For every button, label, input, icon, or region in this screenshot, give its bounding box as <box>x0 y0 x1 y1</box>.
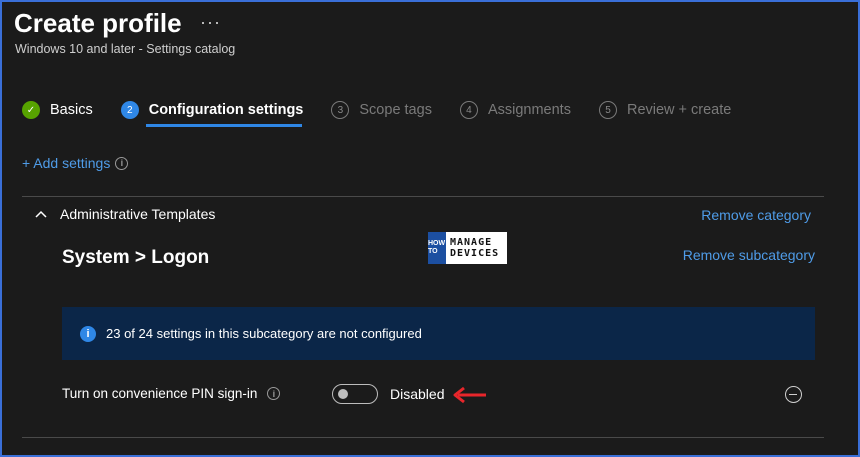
setting-toggle[interactable] <box>332 384 378 404</box>
divider <box>22 437 824 438</box>
category-header[interactable]: Administrative Templates <box>34 206 215 222</box>
step-number: 4 <box>459 101 478 119</box>
setting-row-label: Turn on convenience PIN sign-in i <box>62 386 281 401</box>
logo-brand-line1: MANAGE <box>450 237 493 248</box>
remove-category-link[interactable]: Remove category <box>701 207 811 223</box>
step-configuration-settings[interactable]: 2 Configuration settings <box>120 101 304 119</box>
page-subtitle: Windows 10 and later - Settings catalog <box>15 42 236 56</box>
check-icon: ✓ <box>22 101 40 119</box>
step-assignments[interactable]: 4 Assignments <box>459 101 571 119</box>
wizard-steps: ✓ Basics 2 Configuration settings 3 Scop… <box>22 98 759 122</box>
step-label: Basics <box>50 102 93 118</box>
step-label: Configuration settings <box>148 102 304 118</box>
red-arrow-icon <box>453 386 486 404</box>
more-icon[interactable]: ··· <box>200 12 221 33</box>
logo-brand-line2: DEVICES <box>450 248 500 259</box>
logo-howto: HOW TO <box>428 232 446 264</box>
divider <box>22 196 824 197</box>
watermark-logo: HOW TO MANAGE DEVICES <box>428 232 507 264</box>
step-label: Review + create <box>626 102 732 118</box>
setting-name: Turn on convenience PIN sign-in <box>62 386 258 401</box>
toggle-state-label: Disabled <box>390 386 445 402</box>
remove-circle-icon[interactable] <box>785 386 802 403</box>
step-number: 5 <box>598 101 617 119</box>
step-basics[interactable]: ✓ Basics <box>22 101 93 119</box>
info-banner: i 23 of 24 settings in this subcategory … <box>62 307 815 360</box>
step-number: 3 <box>331 101 350 119</box>
info-icon: i <box>80 325 96 342</box>
remove-subcategory-link[interactable]: Remove subcategory <box>683 247 815 263</box>
page-title: Create profile <box>14 8 182 38</box>
info-icon[interactable]: i <box>267 387 281 400</box>
step-label: Scope tags <box>359 102 432 118</box>
add-settings-link[interactable]: + Add settings i <box>22 155 129 171</box>
banner-text: 23 of 24 settings in this subcategory ar… <box>106 326 422 341</box>
info-icon[interactable]: i <box>115 156 129 170</box>
add-settings-label: + Add settings <box>22 155 111 171</box>
step-number: 2 <box>120 101 139 119</box>
toggle-knob <box>338 389 348 399</box>
category-name: Administrative Templates <box>60 206 216 222</box>
active-step-underline <box>146 124 302 127</box>
step-scope-tags[interactable]: 3 Scope tags <box>331 101 432 119</box>
step-review-create[interactable]: 5 Review + create <box>598 101 732 119</box>
subcategory-title: System > Logon <box>62 247 210 268</box>
step-label: Assignments <box>487 102 571 118</box>
chevron-up-icon[interactable] <box>34 207 48 221</box>
